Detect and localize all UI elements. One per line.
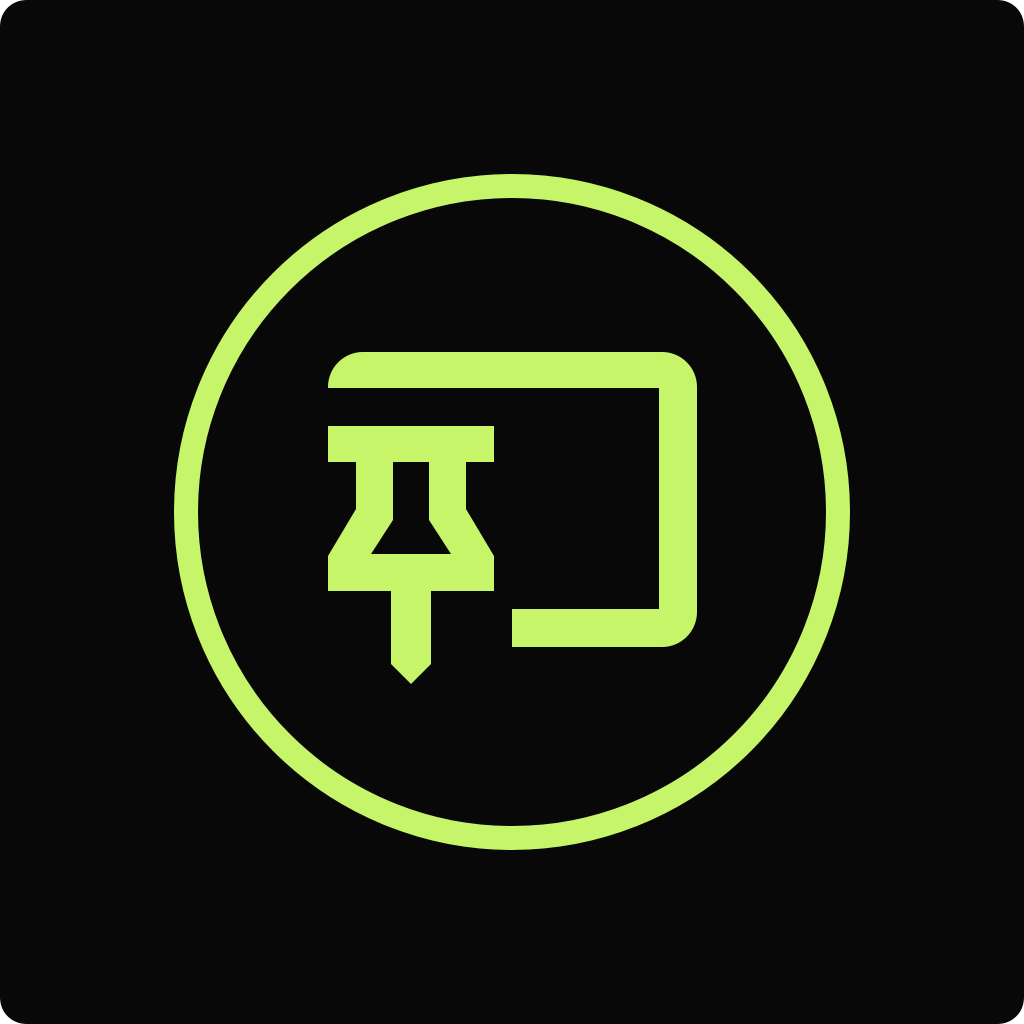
pin-window-icon xyxy=(0,0,1024,1024)
app-icon-tile xyxy=(0,0,1024,1024)
icon-background xyxy=(0,0,1024,1024)
